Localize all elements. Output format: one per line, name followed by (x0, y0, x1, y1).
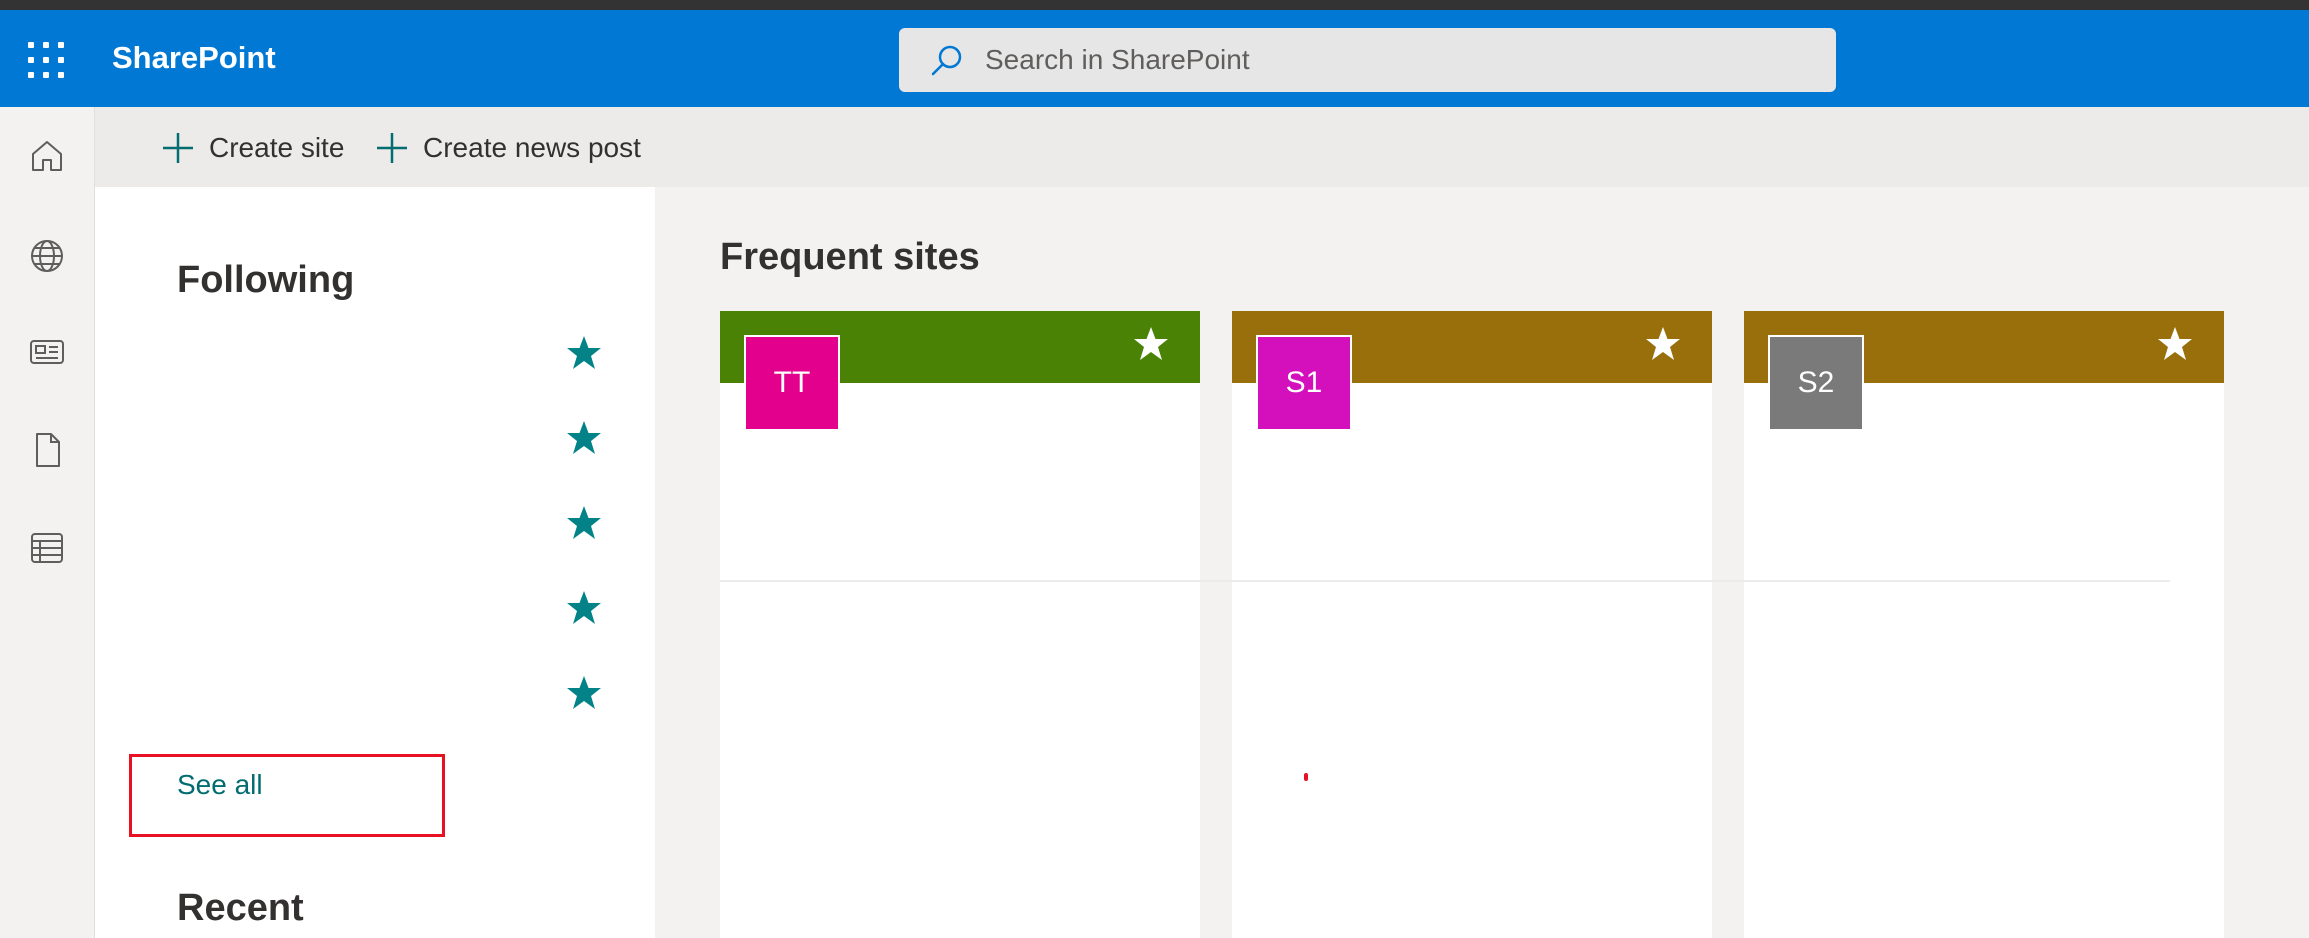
app-launcher-icon[interactable] (28, 42, 64, 78)
recent-heading: Recent (177, 887, 304, 929)
suite-bar: SharePoint (0, 10, 2309, 107)
create-news-post-label: Create news post (423, 132, 641, 163)
globe-icon[interactable] (28, 237, 66, 275)
star-icon[interactable] (1644, 325, 1682, 363)
search-box[interactable] (899, 28, 1836, 92)
site-card[interactable]: TT (720, 311, 1200, 938)
star-icon[interactable] (2156, 325, 2194, 363)
see-all-link[interactable]: See all (177, 769, 263, 801)
site-card[interactable]: S2 (1744, 311, 2224, 938)
following-panel: Following See all Recent (95, 187, 655, 938)
star-icon[interactable] (565, 504, 603, 542)
plus-icon (163, 133, 193, 163)
home-icon[interactable] (28, 137, 66, 175)
news-icon[interactable] (28, 333, 66, 371)
list-icon[interactable] (28, 529, 66, 567)
create-site-label: Create site (209, 132, 345, 163)
star-icon[interactable] (565, 334, 603, 372)
star-icon[interactable] (565, 674, 603, 712)
site-logo: TT (744, 335, 840, 431)
search-input[interactable] (985, 28, 1805, 92)
following-heading: Following (177, 259, 355, 301)
star-icon[interactable] (565, 589, 603, 627)
cursor-mark (1304, 773, 1308, 781)
site-card[interactable]: S1 (1232, 311, 1712, 938)
create-site-button[interactable]: Create site (161, 129, 344, 167)
frequent-sites-heading: Frequent sites (720, 236, 980, 278)
app-title[interactable]: SharePoint (112, 40, 276, 76)
section-divider (720, 580, 2170, 582)
search-icon (931, 45, 962, 76)
command-bar: Create site Create news post (95, 107, 2309, 187)
plus-icon (377, 133, 407, 163)
site-logo: S1 (1256, 335, 1352, 431)
site-logo: S2 (1768, 335, 1864, 431)
left-rail (0, 107, 95, 938)
window-top-strip (0, 0, 2309, 10)
star-icon[interactable] (565, 419, 603, 457)
create-news-post-button[interactable]: Create news post (375, 129, 641, 167)
star-icon[interactable] (1132, 325, 1170, 363)
document-icon[interactable] (28, 431, 66, 469)
